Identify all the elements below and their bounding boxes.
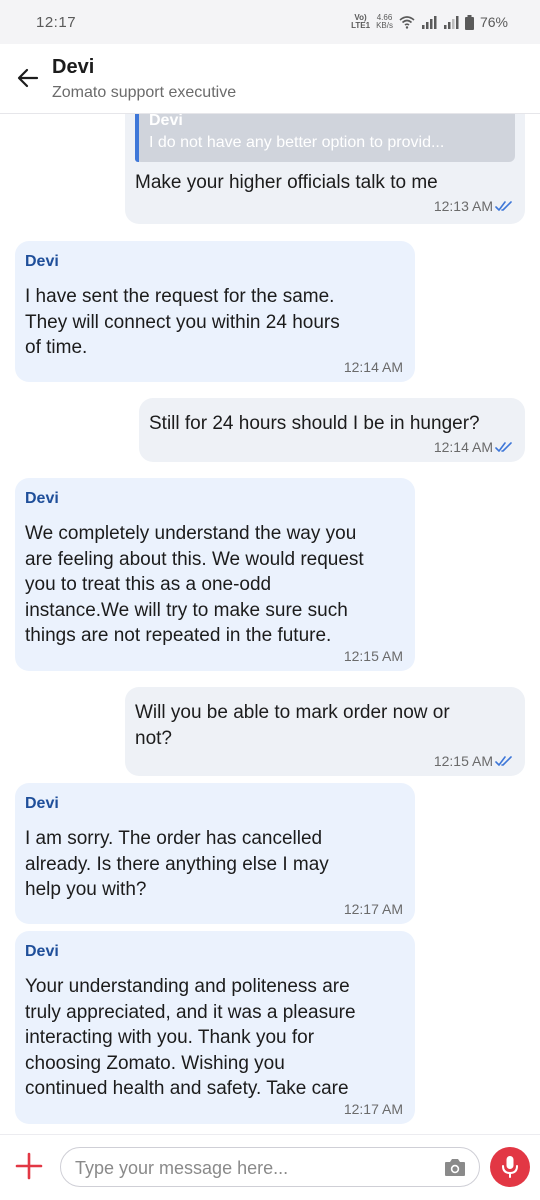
message-time: 12:14 AM (343, 359, 403, 375)
signal-icon-2 (443, 16, 459, 29)
message-input-wrapper (60, 1147, 480, 1187)
message-incoming[interactable]: Devi We completely understand the way yo… (15, 478, 415, 671)
battery-icon (464, 14, 474, 30)
signal-icon (421, 16, 437, 29)
message-text: Will you be able to mark order now or no… (135, 702, 450, 749)
double-check-icon (495, 442, 512, 452)
mic-button[interactable] (490, 1147, 530, 1187)
message-text: Your understanding and politeness are tr… (25, 976, 356, 1099)
quoted-sender: Devi (149, 114, 183, 129)
message-time: 12:17 AM (343, 901, 403, 917)
status-icons: Vo) LTE1 4.66 KB/s 76% (351, 13, 508, 31)
message-incoming[interactable]: Devi Your understanding and politeness a… (15, 931, 415, 1124)
wifi-icon (399, 16, 415, 29)
status-bar: 12:17 Vo) LTE1 4.66 KB/s 76% (0, 0, 540, 44)
message-time: 12:17 AM (343, 1101, 403, 1117)
back-button[interactable] (14, 64, 42, 92)
message-incoming[interactable]: Devi I have sent the request for the sam… (15, 241, 415, 382)
message-time: 12:14 AM (434, 439, 513, 455)
message-composer (0, 1134, 540, 1200)
message-sender: Devi (25, 490, 59, 507)
message-outgoing[interactable]: Still for 24 hours should I be in hunger… (139, 398, 525, 462)
network-speed: 4.66 KB/s (376, 13, 393, 30)
message-sender: Devi (25, 943, 59, 960)
message-outgoing[interactable]: Will you be able to mark order now or no… (125, 687, 525, 776)
message-time: 12:15 AM (343, 648, 403, 664)
chat-title: Devi (52, 56, 95, 78)
chat-subtitle: Zomato support executive (52, 84, 237, 101)
message-text: Still for 24 hours should I be in hunger… (149, 413, 480, 434)
chat-header: Devi Zomato support executive (0, 44, 540, 114)
message-list[interactable]: Devi I do not have any better option to … (0, 114, 540, 1134)
quoted-message[interactable]: Devi I do not have any better option to … (135, 114, 515, 162)
double-check-icon (495, 756, 512, 766)
arrow-left-icon (17, 68, 39, 88)
status-time: 12:17 (36, 13, 77, 31)
volte-indicator: Vo) LTE1 (351, 13, 371, 30)
double-check-icon (495, 201, 512, 211)
message-text: Make your higher officials talk to me (135, 172, 438, 193)
message-sender: Devi (25, 795, 59, 812)
quoted-text: I do not have any better option to provi… (149, 134, 445, 151)
attach-button[interactable] (12, 1149, 46, 1183)
plus-icon (15, 1152, 43, 1180)
message-incoming[interactable]: Devi I am sorry. The order has cancelled… (15, 783, 415, 924)
microphone-icon (502, 1156, 518, 1178)
message-time: 12:13 AM (434, 198, 513, 214)
battery-percent: 76% (479, 14, 508, 30)
message-sender: Devi (25, 253, 59, 270)
message-time: 12:15 AM (434, 753, 513, 769)
message-text: I am sorry. The order has cancelled alre… (25, 828, 329, 900)
camera-icon[interactable] (443, 1156, 467, 1178)
message-text: I have sent the request for the same. Th… (25, 286, 340, 358)
message-text: We completely understand the way you are… (25, 523, 364, 646)
message-outgoing[interactable]: Devi I do not have any better option to … (125, 114, 525, 224)
message-input[interactable] (75, 1154, 435, 1182)
